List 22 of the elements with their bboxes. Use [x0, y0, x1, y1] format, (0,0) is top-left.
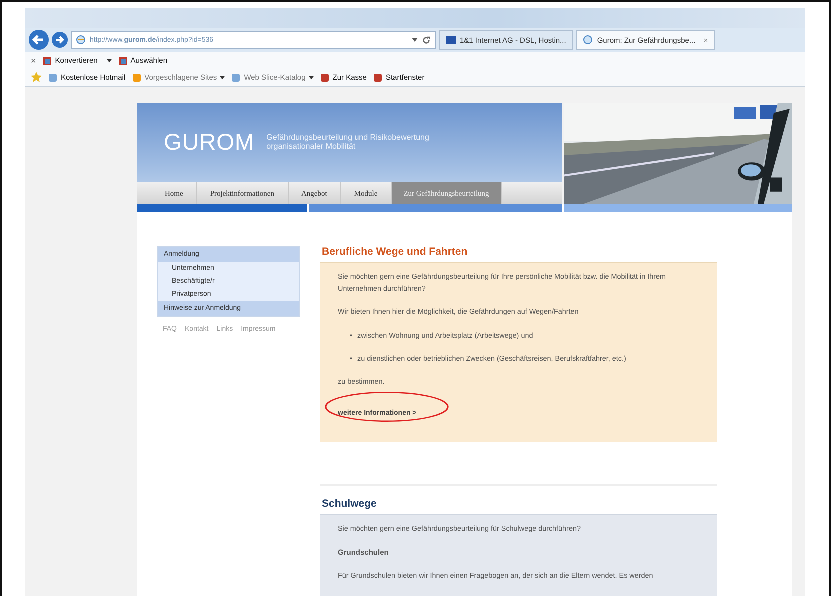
site-icon: [320, 72, 330, 82]
caret-icon: [308, 76, 314, 80]
refresh-icon[interactable]: [422, 36, 431, 44]
caret-icon[interactable]: [412, 38, 418, 42]
site-icon: [48, 72, 58, 82]
site-icon: [231, 72, 242, 82]
tagline: Gefährdungsbeurteilung und Risikobewertung: [266, 134, 430, 142]
close-button[interactable]: ×: [31, 56, 36, 66]
back-button[interactable]: [29, 30, 49, 50]
site-icon: [132, 72, 142, 82]
forward-button[interactable]: [52, 32, 68, 48]
section-heading: Berufliche Wege und Fahrten: [321, 246, 469, 260]
caret-icon: [106, 58, 112, 62]
site-icon: [583, 35, 594, 45]
favorites-star-icon[interactable]: [31, 72, 42, 83]
toolbar-icon: [118, 56, 128, 66]
tagline: organisationaler Mobilität: [266, 142, 357, 152]
site-icon: [446, 35, 456, 45]
toolbar-icon: [42, 56, 52, 66]
site-icon: [372, 72, 383, 82]
globe-page-icon: [76, 35, 86, 45]
caret-icon: [220, 76, 226, 80]
